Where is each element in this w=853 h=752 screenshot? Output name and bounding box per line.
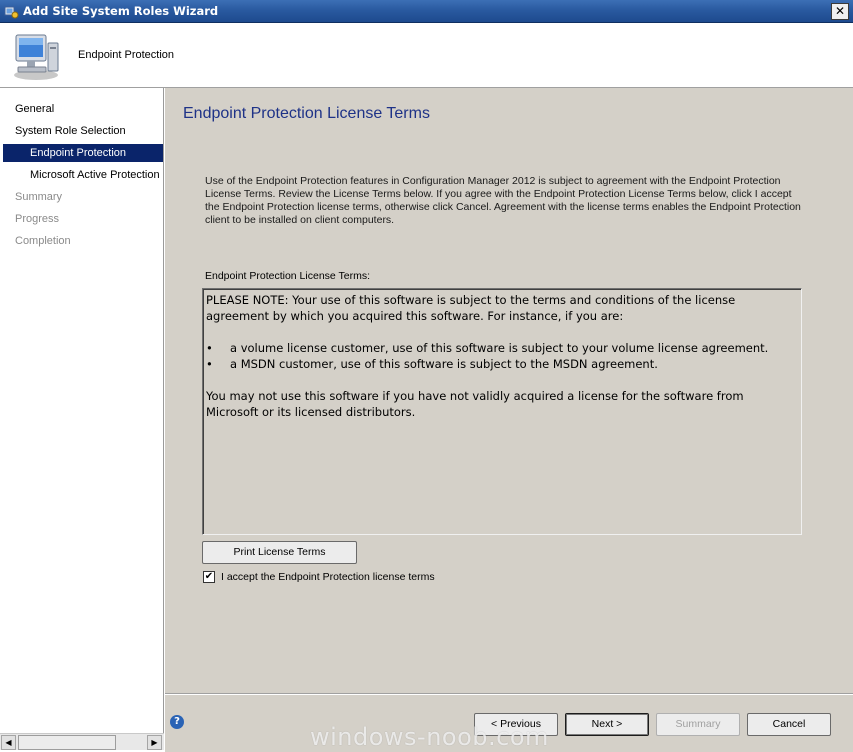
scroll-right-icon[interactable]: ▶ (147, 735, 162, 750)
license-note: PLEASE NOTE: Your use of this software i… (206, 293, 736, 323)
list-item: • a volume license customer, use of this … (206, 341, 769, 355)
header-title: Endpoint Protection (78, 49, 175, 61)
window-title: Add Site System Roles Wizard (23, 4, 219, 18)
nav-item-completion: Completion (15, 235, 71, 247)
scroll-left-icon[interactable]: ◀ (1, 735, 16, 750)
nav-item-progress: Progress (15, 213, 60, 225)
computer-monitor-icon (14, 34, 59, 80)
nav-horizontal-scrollbar[interactable]: ◀ ▶ (0, 733, 164, 750)
license-bullet-list: • a volume license customer, use of this … (206, 340, 798, 372)
main-panel: Endpoint Protection License Terms Use of… (165, 88, 853, 693)
page-description: Use of the Endpoint Protection features … (205, 175, 801, 226)
title-bar: Add Site System Roles Wizard ✕ (0, 0, 853, 23)
next-button[interactable]: Next > (565, 713, 649, 736)
cancel-button[interactable]: Cancel (747, 713, 831, 736)
bullet-icon: • (206, 357, 213, 371)
license-terms-label: Endpoint Protection License Terms: (205, 270, 370, 282)
list-item: • a MSDN customer, use of this software i… (206, 357, 658, 371)
wizard-steps-nav: General System Role Selection Endpoint P… (0, 88, 164, 733)
page-title: Endpoint Protection License Terms (183, 105, 430, 122)
nav-item-microsoft-active-protection[interactable]: Microsoft Active Protection (3, 166, 163, 184)
wizard-header: Endpoint Protection (0, 23, 853, 88)
accept-license-checkbox[interactable]: ✔ (203, 571, 215, 583)
nav-item-system-role-selection[interactable]: System Role Selection (3, 122, 163, 140)
summary-button: Summary (656, 713, 740, 736)
bullet-icon: • (206, 341, 213, 355)
site-server-icon (4, 6, 19, 19)
watermark: windows-noob.com (310, 723, 549, 751)
print-license-terms-button[interactable]: Print License Terms (202, 541, 357, 564)
close-button[interactable]: ✕ (831, 3, 849, 20)
help-icon[interactable]: ? (170, 715, 184, 729)
nav-item-endpoint-protection[interactable]: Endpoint Protection (3, 144, 163, 162)
license-closing: You may not use this software if you hav… (206, 389, 744, 419)
accept-license-label[interactable]: I accept the Endpoint Protection license… (221, 571, 435, 583)
nav-item-general[interactable]: General (3, 100, 163, 118)
nav-item-summary: Summary (15, 191, 63, 203)
scroll-thumb[interactable] (18, 735, 116, 750)
license-terms-textbox[interactable]: PLEASE NOTE: Your use of this software i… (202, 288, 802, 535)
